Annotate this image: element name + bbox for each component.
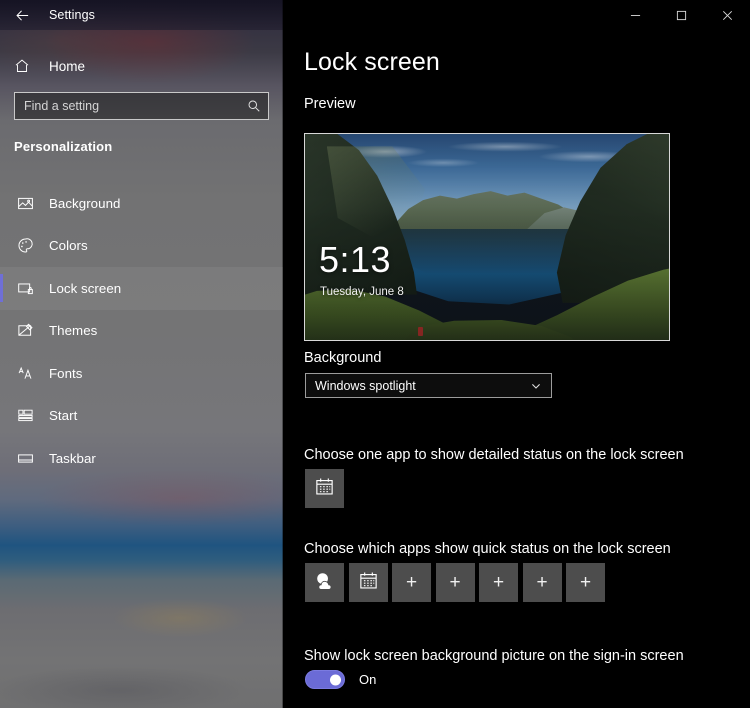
lock-screen-icon [14, 277, 36, 299]
weather-icon [313, 569, 336, 597]
sidebar-item-home[interactable]: Home [0, 52, 283, 80]
quick-status-tile-empty[interactable]: + [522, 563, 562, 602]
sidebar-item-lock-screen[interactable]: Lock screen [0, 267, 283, 310]
quick-status-tile-empty[interactable]: + [435, 563, 475, 602]
sidebar-item-themes[interactable]: Themes [0, 310, 283, 353]
sidebar-item-label: Background [49, 195, 121, 211]
window-title: Settings [49, 8, 95, 22]
quick-status-tile-empty[interactable]: + [479, 563, 518, 602]
preview-image [305, 134, 669, 340]
quick-status-label: Choose which apps show quick status on t… [304, 541, 671, 557]
plus-icon: + [492, 572, 505, 593]
home-icon [14, 58, 36, 74]
lock-screen-preview[interactable]: 5:13 Tuesday, June 8 [304, 133, 670, 341]
palette-icon [14, 235, 36, 257]
background-label: Background [304, 350, 382, 366]
settings-window: Settings Home Person [0, 0, 750, 708]
minimize-icon [630, 10, 641, 21]
minimize-button[interactable] [612, 0, 658, 30]
image-icon [14, 192, 36, 214]
close-button[interactable] [704, 0, 750, 30]
fonts-icon [14, 362, 36, 384]
signin-picture-toggle-row: On [305, 670, 376, 689]
sidebar-item-label: Fonts [49, 365, 83, 381]
start-icon [14, 405, 36, 427]
quick-status-tile-empty[interactable]: + [392, 563, 431, 602]
preview-vignette [305, 134, 669, 340]
preview-date: Tuesday, June 8 [320, 286, 404, 298]
sidebar-item-background[interactable]: Background [0, 182, 283, 225]
detailed-status-label: Choose one app to show detailed status o… [304, 447, 684, 463]
plus-icon: + [405, 572, 418, 593]
sidebar-home-label: Home [49, 58, 86, 74]
search-input[interactable] [15, 99, 240, 113]
sidebar-item-colors[interactable]: Colors [0, 225, 283, 268]
sidebar-item-label: Taskbar [49, 450, 96, 466]
sidebar-item-taskbar[interactable]: Taskbar [0, 437, 283, 480]
sidebar-item-start[interactable]: Start [0, 395, 283, 438]
preview-clock: 5:13 [319, 239, 392, 280]
search-icon[interactable] [240, 93, 268, 119]
selection-indicator [0, 274, 3, 302]
close-icon [722, 10, 733, 21]
sidebar-category-title: Personalization [14, 139, 113, 154]
quick-status-tile-calendar[interactable] [348, 563, 388, 602]
signin-picture-toggle[interactable] [305, 670, 345, 689]
sidebar-item-label: Lock screen [49, 280, 122, 296]
calendar-icon [314, 476, 335, 502]
back-arrow-icon [15, 8, 30, 23]
plus-icon: + [579, 572, 592, 593]
search-box[interactable] [14, 92, 269, 120]
preview-heading: Preview [304, 96, 356, 112]
detailed-status-app-tile[interactable] [305, 469, 344, 508]
chevron-down-icon [530, 380, 542, 392]
sidebar-item-label: Start [49, 408, 78, 424]
sidebar: Settings Home Person [0, 0, 283, 708]
themes-icon [14, 320, 36, 342]
back-button[interactable] [0, 0, 44, 30]
sidebar-nav-list: Background Colors Lock screen Themes Fon… [0, 182, 283, 480]
quick-status-tile-empty[interactable]: + [566, 563, 605, 602]
sidebar-item-label: Themes [49, 323, 98, 339]
background-dropdown-value: Windows spotlight [315, 378, 416, 393]
sidebar-item-fonts[interactable]: Fonts [0, 352, 283, 395]
plus-icon: + [536, 572, 548, 593]
maximize-button[interactable] [658, 0, 704, 30]
quick-status-tile-weather[interactable] [305, 563, 344, 602]
background-dropdown[interactable]: Windows spotlight [305, 373, 552, 398]
signin-picture-label: Show lock screen background picture on t… [304, 648, 684, 664]
taskbar-icon [14, 447, 36, 469]
maximize-icon [676, 10, 687, 21]
sidebar-item-label: Colors [49, 238, 88, 254]
plus-icon: + [449, 572, 461, 593]
toggle-state-label: On [359, 672, 377, 687]
quick-status-tiles: + + + + + [305, 563, 605, 602]
page-title: Lock screen [304, 48, 440, 76]
window-controls [612, 0, 750, 30]
toggle-knob [330, 674, 341, 685]
titlebar-left: Settings [0, 0, 283, 30]
calendar-icon [358, 570, 379, 596]
